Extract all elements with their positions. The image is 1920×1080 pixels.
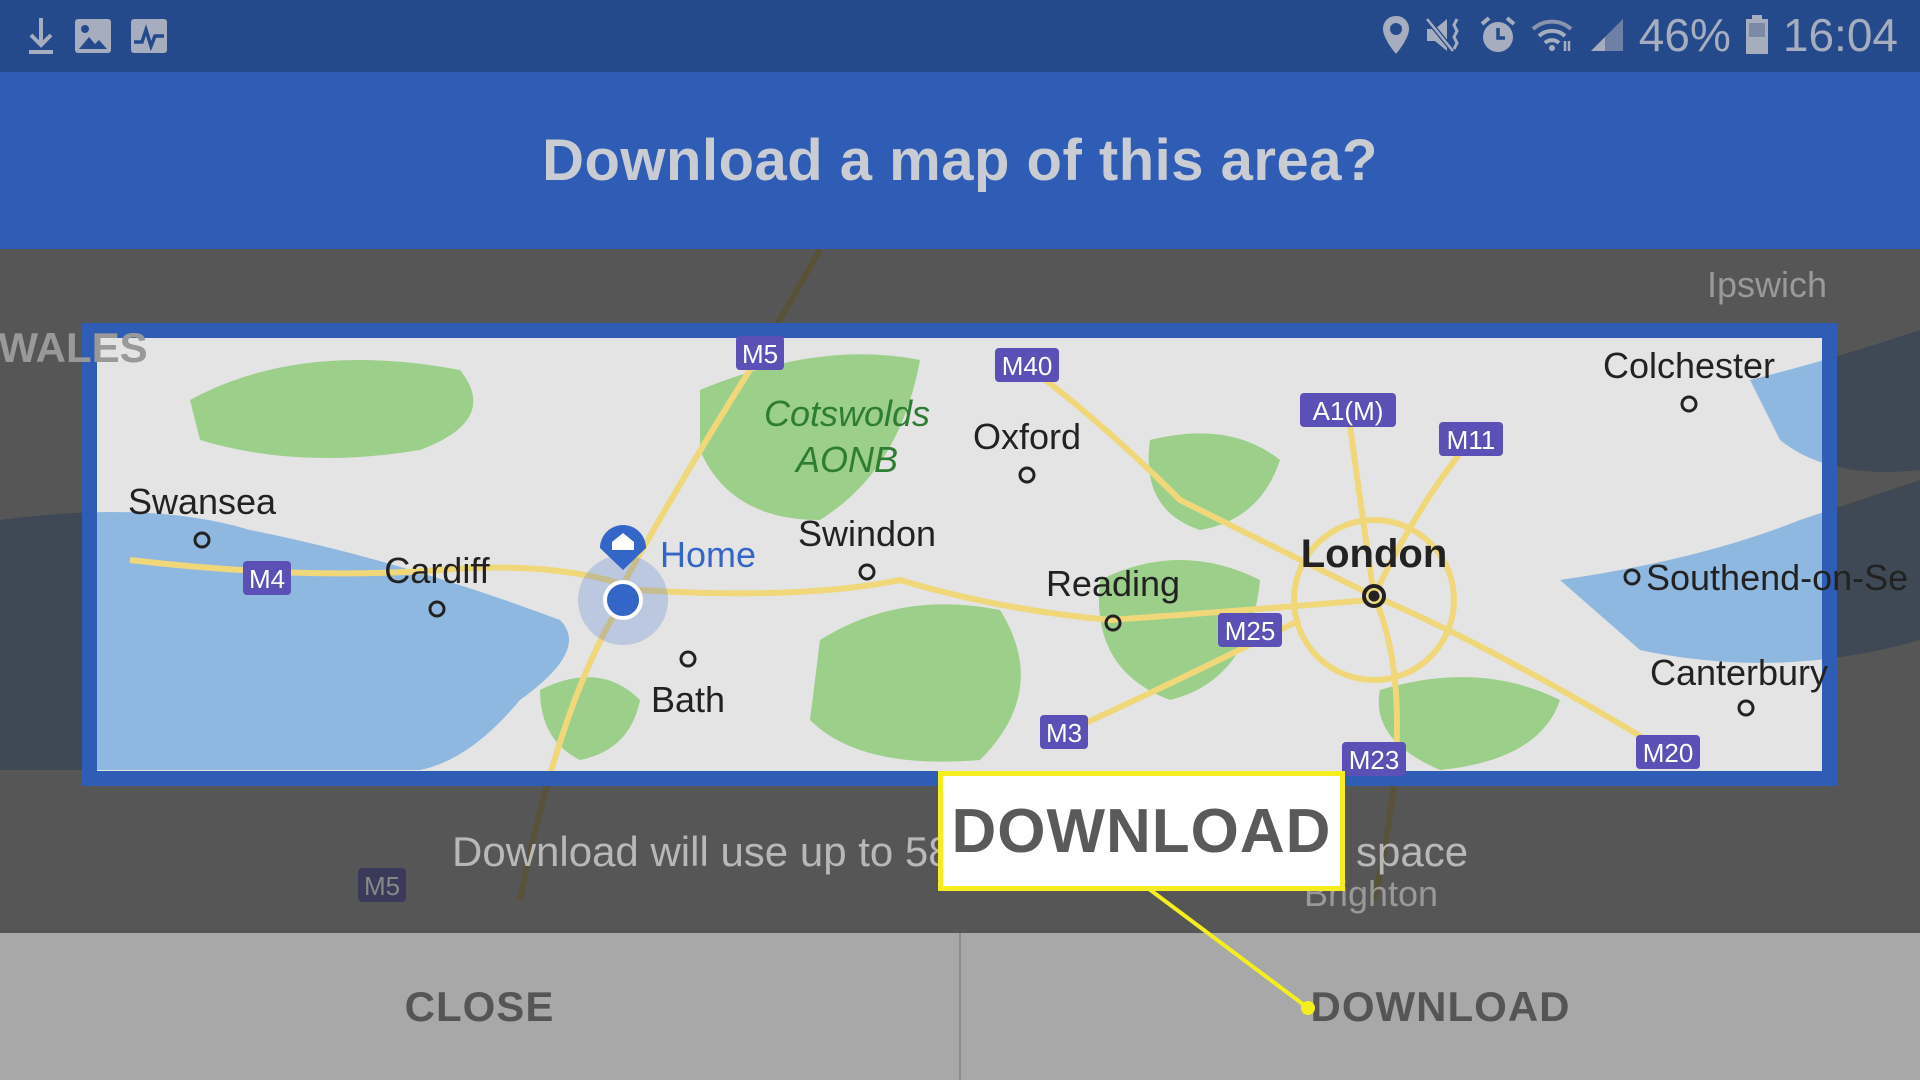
place-label: Reading	[1046, 563, 1180, 604]
close-button[interactable]: CLOSE	[0, 933, 959, 1080]
place-label: London	[1301, 532, 1448, 576]
location-icon	[1382, 16, 1409, 54]
road-shield-label: M5	[364, 871, 400, 901]
place-label: Swansea	[128, 481, 277, 522]
current-location-dot[interactable]	[603, 580, 643, 620]
road-shield-label: M20	[1643, 738, 1694, 768]
place-label: Colchester	[1603, 345, 1775, 386]
dialog-header: Download a map of this area?	[0, 72, 1920, 249]
usage-text-start: Download will use up to 58	[452, 828, 952, 875]
road-shield-label: M4	[249, 564, 285, 594]
alarm-icon	[1480, 16, 1516, 52]
place-label: Swindon	[798, 513, 936, 554]
battery-percent: 46%	[1638, 9, 1731, 61]
status-bar: 46% 16:04	[0, 0, 1920, 72]
place-label: Southend-on-Se	[1646, 557, 1908, 598]
road-shield-label: M25	[1225, 616, 1276, 646]
download-icon	[29, 18, 53, 54]
place-label: Ipswich	[1707, 264, 1827, 305]
dialog-actions: CLOSE DOWNLOAD	[0, 933, 1920, 1080]
place-label: Oxford	[973, 416, 1081, 457]
place-label: Canterbury	[1650, 652, 1828, 693]
download-callout: DOWNLOAD	[938, 771, 1345, 891]
road-shield-label: M3	[1046, 718, 1082, 748]
clock: 16:04	[1782, 9, 1898, 61]
road-shield-label: M23	[1349, 745, 1400, 775]
road-shield-label: M11	[1447, 425, 1496, 455]
battery-icon	[1745, 15, 1768, 54]
place-label: AONB	[794, 439, 898, 480]
place-label: Cardiff	[384, 550, 490, 591]
image-icon	[75, 19, 111, 53]
road-shield-label: A1(M)	[1313, 396, 1384, 426]
road-shield-label: M40	[1002, 351, 1053, 381]
usage-text-end: space	[1356, 828, 1469, 875]
place-label: WALES	[0, 324, 148, 371]
road-shield-label: M5	[742, 339, 778, 369]
download-button[interactable]: DOWNLOAD	[961, 933, 1920, 1080]
place-label: Home	[660, 534, 756, 575]
activity-icon	[131, 19, 167, 53]
dialog-title: Download a map of this area?	[542, 128, 1378, 193]
place-label: Cotswolds	[764, 393, 930, 434]
signal-icon	[1590, 19, 1623, 51]
mute-vibrate-icon	[1424, 17, 1459, 53]
place-label: Bath	[651, 679, 725, 720]
wifi-icon	[1531, 19, 1573, 51]
